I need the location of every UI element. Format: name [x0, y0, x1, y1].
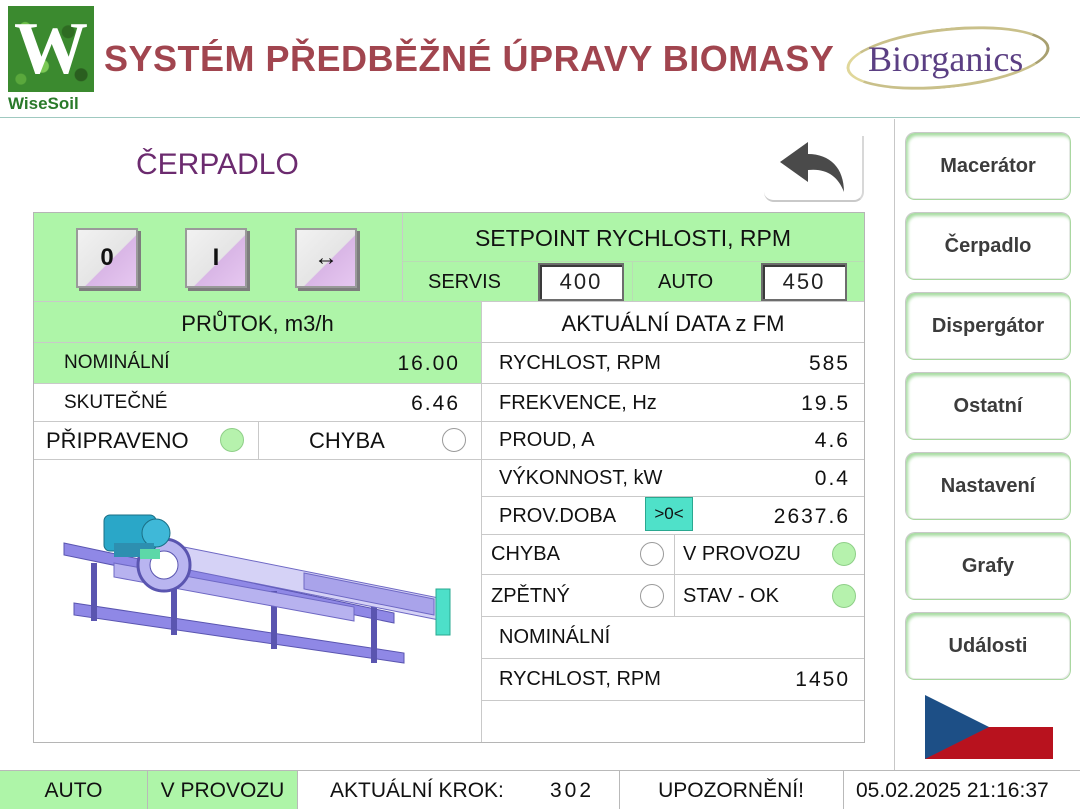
fm-running-indicator	[832, 542, 856, 566]
sidebar-nav: Macerátor Čerpadlo Dispergátor Ostatní N…	[894, 119, 1080, 770]
nav-macerator[interactable]: Macerátor	[905, 132, 1071, 200]
status-datetime: 05.02.2025 21:16:37	[856, 778, 1049, 802]
fm-power-label: VÝKONNOST, kW	[499, 467, 663, 489]
fm-running-label: V PROVOZU	[683, 543, 801, 565]
fm-speed-value: 585	[808, 352, 850, 375]
fm-frequency-label: FREKVENCE, Hz	[499, 392, 657, 414]
ready-indicator	[220, 428, 244, 452]
fm-status-indicator	[832, 584, 856, 608]
fm-reverse-label: ZPĚTNÝ	[491, 585, 570, 607]
status-mode: AUTO	[0, 771, 147, 809]
logo-letter: W	[14, 8, 88, 90]
nav-ostatni[interactable]: Ostatní	[905, 372, 1071, 440]
fm-fault-indicator	[640, 542, 664, 566]
fm-runtime-value: 2637.6	[773, 505, 850, 528]
fm-frequency-value: 19.5	[801, 392, 850, 415]
servis-label: SERVIS	[428, 271, 501, 293]
logo-text: WiseSoil	[8, 94, 79, 113]
error-indicator	[442, 428, 466, 452]
setpoint-title: SETPOINT RYCHLOSTI, RPM	[474, 225, 792, 251]
nav-udalosti[interactable]: Události	[905, 612, 1071, 680]
fm-speed-label: RYCHLOST, RPM	[499, 352, 661, 374]
flow-actual-label: SKUTEČNÉ	[64, 392, 168, 413]
ready-label: PŘIPRAVENO	[46, 428, 189, 453]
back-arrow-icon	[780, 142, 844, 192]
flow-nominal-label: NOMINÁLNÍ	[64, 352, 170, 373]
auto-label: AUTO	[658, 271, 714, 293]
status-step-value: 302	[550, 778, 595, 802]
nominal-speed-value: 1450	[795, 668, 850, 691]
fm-runtime-label: PROV.DOBA	[499, 505, 617, 527]
logo-emblem: W	[8, 6, 94, 92]
fm-current-label: PROUD, A	[499, 429, 595, 451]
error-label: CHYBA	[309, 428, 385, 453]
auto-setpoint-input[interactable]: 450	[761, 263, 847, 301]
nav-grafy[interactable]: Grafy	[905, 532, 1071, 600]
fm-power-value: 0.4	[814, 467, 850, 490]
status-state: V PROVOZU	[148, 771, 297, 809]
status-warning[interactable]: UPOZORNĚNÍ!	[620, 771, 842, 809]
app-header: W WiseSoil SYSTÉM PŘEDBĚŽNÉ ÚPRAVY BIOMA…	[0, 0, 1080, 118]
runtime-reset-button[interactable]: >0<	[645, 497, 693, 531]
fm-status-label: STAV - OK	[683, 585, 779, 607]
flow-actual-value: 6.46	[411, 392, 460, 415]
nominal-header: NOMINÁLNÍ	[499, 626, 611, 648]
reverse-button[interactable]: ↔	[295, 228, 357, 288]
on-button[interactable]: I	[185, 228, 247, 288]
fm-fault-label: CHYBA	[491, 543, 560, 565]
status-bar: AUTO V PROVOZU AKTUÁLNÍ KROK: 302 UPOZOR…	[0, 770, 1080, 809]
pump-panel: 0 I ↔ SETPOINT RYCHLOSTI, RPM SERVIS 400…	[33, 212, 865, 743]
biorganics-logo: Biorganics	[843, 17, 1053, 99]
fm-current-value: 4.6	[814, 429, 850, 452]
fm-data-title: AKTUÁLNÍ DATA z FM	[561, 311, 785, 336]
flow-nominal-value: 16.00	[397, 352, 460, 375]
app-title: SYSTÉM PŘEDBĚŽNÉ ÚPRAVY BIOMASY	[104, 38, 835, 79]
nominal-speed-label: RYCHLOST, RPM	[499, 668, 661, 690]
back-button[interactable]	[764, 136, 864, 202]
fm-reverse-indicator	[640, 584, 664, 608]
nav-cerpadlo[interactable]: Čerpadlo	[905, 212, 1071, 280]
brand-text: Biorganics	[868, 39, 1024, 79]
servis-setpoint-input[interactable]: 400	[538, 263, 624, 301]
page-title: ČERPADLO	[136, 148, 299, 181]
nav-dispergator[interactable]: Dispergátor	[905, 292, 1071, 360]
wisesoil-logo: W WiseSoil	[8, 6, 96, 114]
czech-flag-icon[interactable]	[925, 695, 1053, 759]
flow-title: PRŮTOK, m3/h	[181, 311, 334, 336]
status-step-label: AKTUÁLNÍ KROK:	[330, 778, 504, 802]
nav-nastaveni[interactable]: Nastavení	[905, 452, 1071, 520]
off-button[interactable]: 0	[76, 228, 138, 288]
pump-illustration	[63, 514, 451, 664]
